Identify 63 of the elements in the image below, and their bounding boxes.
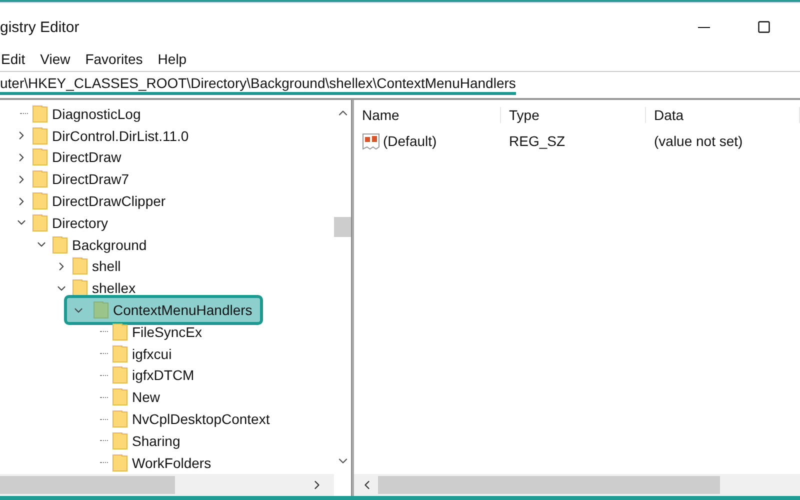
folder-icon [112,410,128,428]
value-type-cell-text: REG_SZ [508,133,566,149]
folder-icon [32,214,48,232]
menu-item[interactable]: Favorites [85,51,143,67]
folder-icon [72,279,88,298]
folder-icon [112,344,128,363]
menu-item[interactable]: View [40,51,70,67]
tree-connector-line [100,374,108,376]
folder-icon [32,148,48,166]
tree-item[interactable]: Background [72,236,147,253]
tree-item[interactable]: Sharing [132,432,180,449]
tree-item[interactable]: shellex [92,280,136,296]
string-value-icon [362,132,380,150]
column-header[interactable]: Name [354,107,501,123]
tree-item[interactable]: WorkFolders [132,454,212,471]
scrollbar-thumb[interactable] [378,476,720,494]
value-data-cell-text: (value not set) [653,133,744,149]
tree-item[interactable]: DirectDraw7 [52,171,130,188]
horizontal-scrollbar[interactable] [0,474,334,496]
column-header[interactable]: Data [646,107,800,123]
folder-icon [112,454,128,472]
folder-icon [93,301,109,320]
horizontal-scrollbar[interactable] [354,474,800,496]
scrollbar-thumb[interactable] [0,476,175,494]
tree-connector-line [100,462,108,464]
tree-connector-line [100,331,108,332]
folder-icon [112,366,128,384]
tree-connector-line [100,440,108,442]
tree-connector-line [100,418,108,420]
tree-connector-line [20,113,28,114]
menu-item[interactable]: Help [158,51,187,67]
folder-icon [112,432,128,450]
tree-item[interactable]: Directory [52,214,108,231]
maximize-icon [757,20,771,34]
tree-item[interactable]: shell [92,258,121,274]
folder-icon [72,257,88,276]
value-name: (Default) [383,133,437,149]
tree-item[interactable]: DirectDraw [52,149,122,166]
tree-item[interactable]: New [132,389,160,406]
folder-icon [52,236,68,254]
tree-item[interactable]: DirControl.DirList.11.0 [52,128,189,144]
folder-icon [112,388,128,406]
window-title: gistry Editor [0,18,80,36]
value-name-cell[interactable]: (Default) [354,132,501,150]
minimize-icon [698,26,710,28]
selected-tree-item[interactable]: ContextMenuHandlers [64,295,264,326]
tree-item[interactable]: igfxDTCM [132,367,194,384]
column-header[interactable]: Type [501,107,646,123]
menu-item[interactable]: Edit [1,51,26,67]
tree-item[interactable]: DiagnosticLog [52,106,141,122]
tree-item[interactable]: DirectDrawClipper [52,193,166,210]
folder-icon [32,170,48,188]
tree-item[interactable]: FileSyncEx [132,324,202,340]
folder-icon [112,322,128,341]
tree-item[interactable]: NvCplDesktopContext [132,411,270,428]
tree-item[interactable]: igfxcui [132,346,172,362]
folder-icon [32,192,48,210]
address-bar[interactable]: uter\HKEY_CLASSES_ROOT\Directory\Background\shellex\ContextMenuHandlers [0,75,516,95]
folder-icon [32,126,48,145]
scrollbar-thumb[interactable] [334,217,351,237]
tree-connector-line [100,396,108,398]
tree-connector-line [100,353,108,354]
folder-icon [32,104,48,123]
